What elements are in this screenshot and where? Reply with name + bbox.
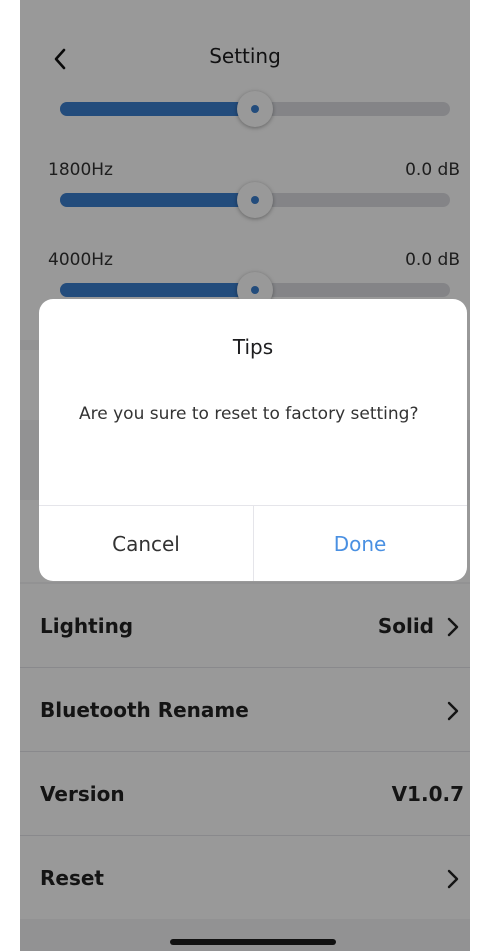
dialog-button-bar: Cancel Done <box>39 505 467 581</box>
cancel-button[interactable]: Cancel <box>39 506 254 581</box>
home-indicator <box>170 939 336 945</box>
dialog-message: Are you sure to reset to factory setting… <box>79 404 419 424</box>
dialog-title: Tips <box>232 335 274 359</box>
setting-screen: Setting 1800Hz 0.0 dB 4000Hz 0.0 dB Ligh… <box>20 0 470 951</box>
reset-confirm-dialog: Tips Are you sure to reset to factory se… <box>39 299 467 581</box>
done-button[interactable]: Done <box>253 506 467 581</box>
